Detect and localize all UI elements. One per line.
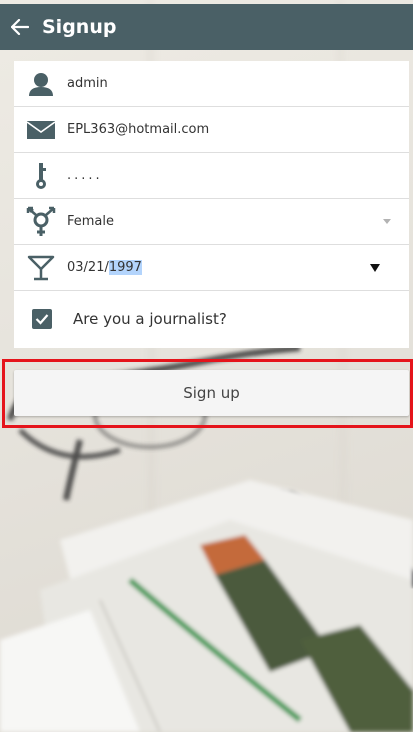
signup-form: admin EPL363@hotmail.com ..... Female 03… — [14, 61, 409, 348]
gender-icon — [14, 199, 67, 245]
gender-select-value[interactable]: Female — [67, 214, 114, 229]
app-bar: Signup — [0, 4, 413, 50]
key-icon — [14, 153, 67, 199]
journalist-row[interactable]: Are you a journalist? — [14, 291, 409, 347]
page-title: Signup — [42, 16, 117, 38]
username-field[interactable]: admin — [67, 76, 108, 91]
birthdate-prefix: 03/21/ — [67, 260, 109, 275]
birthdate-row[interactable]: 03/21/1997 — [14, 245, 409, 291]
cocktail-glass-icon — [14, 245, 67, 291]
arrow-left-icon — [11, 19, 29, 35]
envelope-icon — [14, 107, 67, 153]
birthdate-selected-year: 1997 — [108, 260, 142, 275]
user-icon — [14, 61, 67, 107]
chevron-down-icon[interactable] — [383, 219, 391, 224]
password-field[interactable]: ..... — [67, 168, 103, 183]
birthdate-field[interactable]: 03/21/1997 — [67, 260, 142, 275]
gender-row[interactable]: Female — [14, 199, 409, 245]
username-row[interactable]: admin — [14, 61, 409, 107]
back-button[interactable] — [2, 4, 38, 50]
signup-button[interactable]: Sign up — [14, 370, 409, 416]
checkmark-icon — [35, 314, 49, 325]
journalist-label: Are you a journalist? — [73, 310, 227, 328]
email-row[interactable]: EPL363@hotmail.com — [14, 107, 409, 153]
journalist-checkbox[interactable] — [32, 309, 52, 329]
password-row[interactable]: ..... — [14, 153, 409, 199]
email-field[interactable]: EPL363@hotmail.com — [67, 122, 209, 137]
date-dropdown-icon[interactable] — [370, 264, 380, 272]
